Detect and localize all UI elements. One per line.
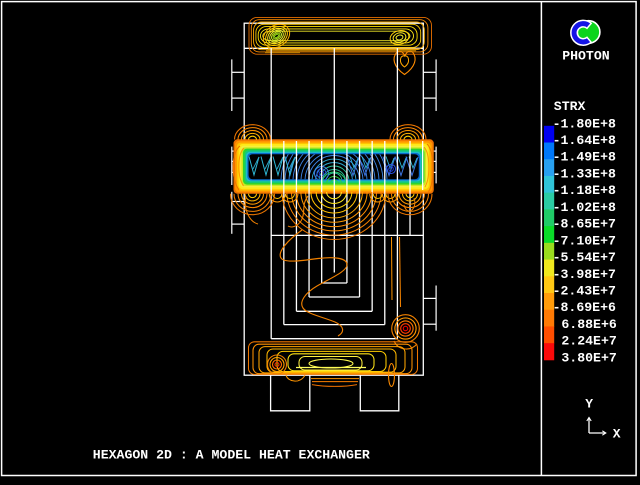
- svg-text:-5.54E+7: -5.54E+7: [553, 250, 616, 265]
- svg-text:-1.80E+8: -1.80E+8: [553, 116, 616, 131]
- svg-text:HEXAGON 2D : A MODEL HEAT EXCH: HEXAGON 2D : A MODEL HEAT EXCHANGER: [93, 447, 370, 462]
- svg-text:-1.33E+8: -1.33E+8: [553, 166, 616, 181]
- svg-text:3.80E+7: 3.80E+7: [561, 350, 616, 365]
- svg-text:X: X: [613, 427, 621, 442]
- svg-text:-1.64E+8: -1.64E+8: [553, 133, 616, 148]
- svg-text:-7.10E+7: -7.10E+7: [553, 233, 616, 248]
- svg-text:-8.69E+6: -8.69E+6: [553, 300, 616, 315]
- svg-text:-2.43E+7: -2.43E+7: [553, 284, 616, 299]
- svg-text:6.88E+6: 6.88E+6: [561, 317, 616, 332]
- svg-text:STRX: STRX: [554, 99, 586, 114]
- svg-text:Y: Y: [585, 397, 593, 412]
- svg-text:2.24E+7: 2.24E+7: [561, 334, 616, 349]
- svg-text:-1.02E+8: -1.02E+8: [553, 200, 616, 215]
- svg-text:PHOTON: PHOTON: [562, 48, 610, 63]
- svg-text:-8.65E+7: -8.65E+7: [553, 217, 616, 232]
- svg-text:-3.98E+7: -3.98E+7: [553, 267, 616, 282]
- svg-text:-1.49E+8: -1.49E+8: [553, 150, 616, 165]
- svg-text:-1.18E+8: -1.18E+8: [553, 183, 616, 198]
